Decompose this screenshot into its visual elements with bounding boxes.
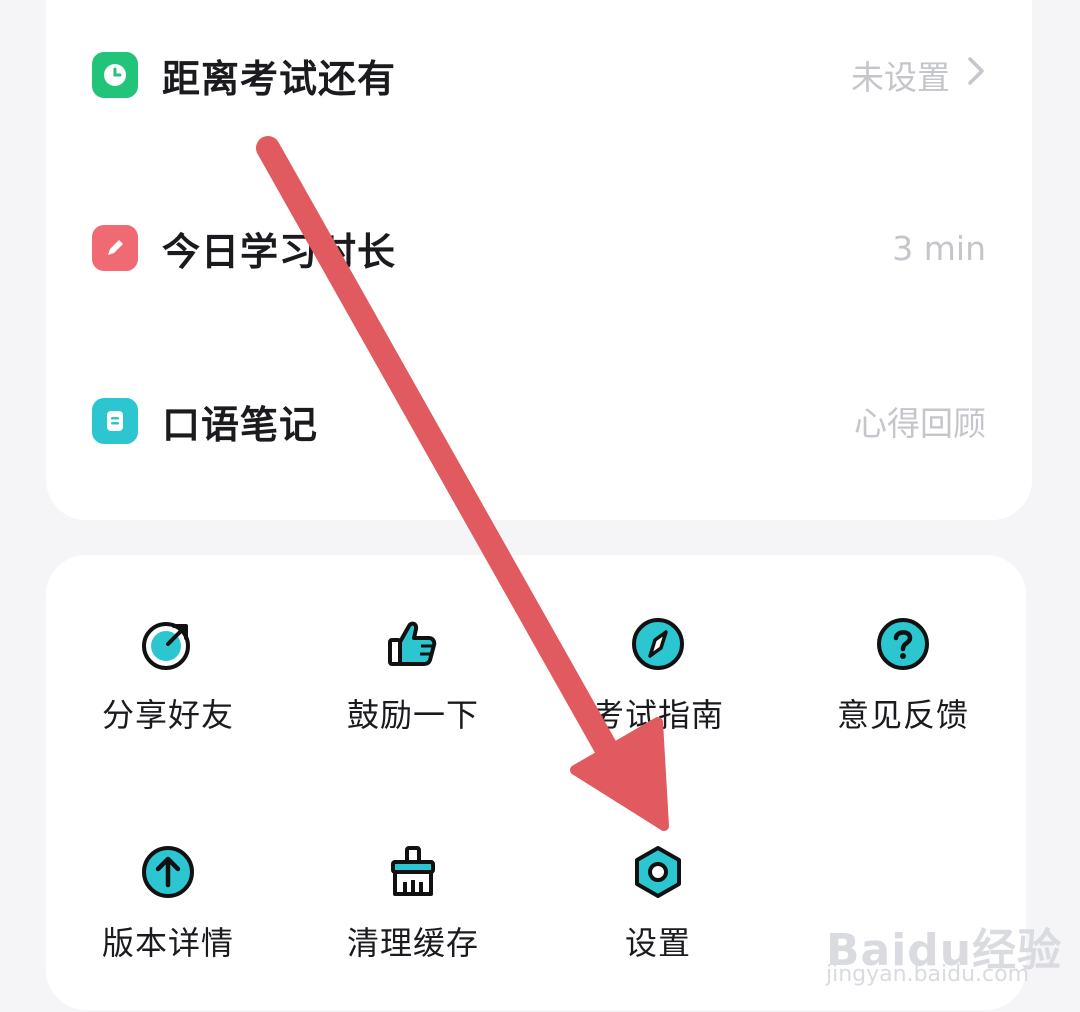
feedback-item[interactable]: 意见反馈 bbox=[783, 612, 1023, 762]
note-icon bbox=[92, 398, 138, 444]
speaking-notes-row[interactable]: 口语笔记 心得回顾 bbox=[46, 381, 1032, 461]
compass-icon bbox=[632, 618, 684, 670]
help-icon bbox=[877, 618, 929, 670]
exam-countdown-value-text: 未设置 bbox=[851, 58, 950, 97]
study-duration-label: 今日学习时长 bbox=[162, 229, 397, 274]
study-duration-value: 3 min bbox=[892, 228, 986, 268]
feedback-label: 意见反馈 bbox=[836, 696, 969, 734]
clear-cache-label: 清理缓存 bbox=[346, 924, 479, 962]
share-friends-item[interactable]: 分享好友 bbox=[48, 612, 288, 762]
pencil-icon bbox=[92, 225, 138, 271]
exam-guide-item[interactable]: 考试指南 bbox=[538, 612, 778, 762]
thumbs-up-icon bbox=[388, 621, 437, 666]
encourage-item[interactable]: 鼓励一下 bbox=[293, 612, 533, 762]
clear-cache-item[interactable]: 清理缓存 bbox=[293, 840, 533, 990]
share-icon bbox=[142, 622, 190, 670]
exam-countdown-value: 未设置 bbox=[851, 51, 986, 99]
watermark-url: jingyan.baidu.com bbox=[826, 962, 1030, 987]
share-friends-label: 分享好友 bbox=[101, 696, 234, 734]
settings-icon bbox=[635, 846, 681, 898]
baidu-watermark: Baidu经验 jingyan.baidu.com bbox=[826, 896, 1061, 996]
settings-label: 设置 bbox=[624, 924, 691, 962]
broom-icon bbox=[391, 846, 435, 896]
chevron-right-icon bbox=[966, 55, 986, 95]
upgrade-icon bbox=[142, 846, 194, 898]
settings-item[interactable]: 设置 bbox=[538, 840, 778, 990]
version-info-label: 版本详情 bbox=[101, 924, 234, 962]
exam-countdown-label: 距离考试还有 bbox=[162, 56, 397, 101]
speaking-notes-label: 口语笔记 bbox=[162, 402, 319, 447]
clock-icon bbox=[92, 52, 138, 98]
speaking-notes-value: 心得回顾 bbox=[854, 404, 986, 443]
exam-countdown-row[interactable]: 距离考试还有 未设置 bbox=[46, 35, 1032, 115]
study-duration-row[interactable]: 今日学习时长 3 min bbox=[46, 208, 1032, 288]
version-info-item[interactable]: 版本详情 bbox=[48, 840, 288, 990]
encourage-label: 鼓励一下 bbox=[346, 696, 479, 734]
exam-guide-label: 考试指南 bbox=[591, 696, 724, 734]
